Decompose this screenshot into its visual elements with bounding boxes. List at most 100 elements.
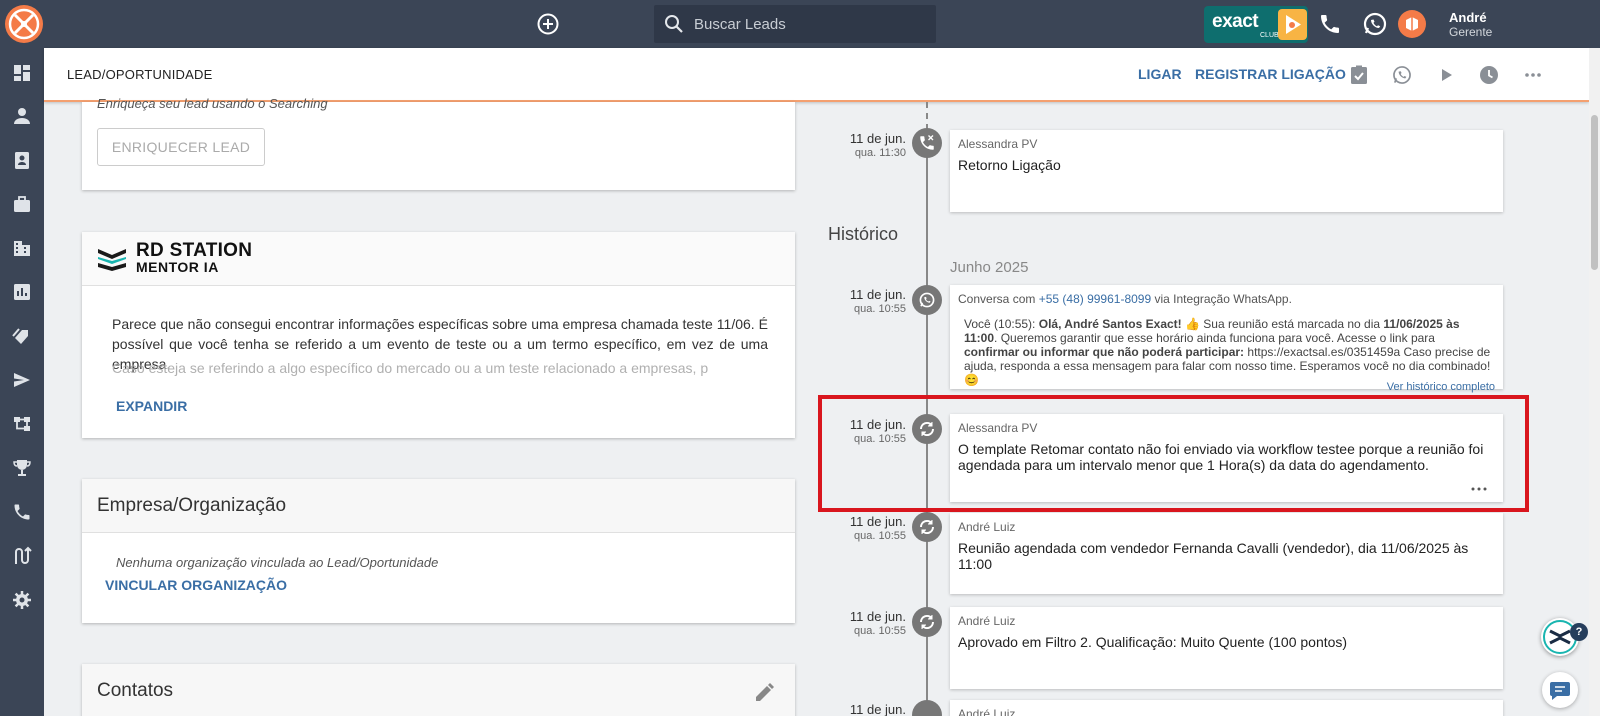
route-icon[interactable]: [12, 546, 32, 566]
entry-date: 11 de jun.: [849, 609, 906, 624]
phone-icon[interactable]: [1318, 12, 1342, 36]
person-icon[interactable]: [12, 106, 32, 126]
msg-greeting: Olá, André Santos Exact!: [1038, 317, 1182, 331]
entry-date: 11 de jun.: [849, 702, 906, 716]
timeline-node: [912, 128, 942, 158]
company-header: Empresa/Organização: [82, 479, 795, 533]
whatsapp-conversation-line: Conversa com +55 (48) 99961-8099 via Int…: [958, 292, 1292, 306]
entry-date: 11 de jun.: [849, 287, 906, 302]
entry-text: Retorno Ligação: [958, 157, 1061, 173]
timeline-node: [912, 700, 942, 716]
rd-station-logo-icon: [98, 249, 126, 271]
whatsapp-icon[interactable]: [1391, 64, 1413, 86]
timeline-entry: Alessandra PV Retorno Ligação: [950, 130, 1503, 212]
rd-mentor-header: RD STATION MENTOR IA: [82, 232, 795, 286]
entry-time: qua. 10:55: [854, 625, 906, 637]
contact-card-icon[interactable]: [12, 150, 32, 170]
app-logo-icon[interactable]: [4, 4, 44, 44]
user-badge-icon: [1406, 17, 1418, 31]
chart-icon[interactable]: [12, 282, 32, 302]
timeline-node: [912, 512, 942, 542]
clock-icon[interactable]: [1478, 64, 1500, 86]
page-title: LEAD/OPORTUNIDADE: [67, 67, 213, 82]
whatsapp-icon[interactable]: [1362, 11, 1388, 37]
timeline-node: [912, 607, 942, 637]
msg-bold2: confirmar ou informar que não poderá par…: [964, 345, 1245, 359]
conversation-prefix: Conversa com: [958, 292, 1036, 306]
company-card: Empresa/Organização Nenhuma organização …: [82, 479, 795, 623]
search-input[interactable]: [694, 5, 924, 43]
whatsapp-entry: Conversa com +55 (48) 99961-8099 via Int…: [950, 285, 1503, 393]
entry-text: Reunião agendada com vendedor Fernanda C…: [958, 540, 1469, 572]
building-icon[interactable]: [12, 238, 32, 258]
search-box[interactable]: [654, 5, 936, 43]
add-circle-icon[interactable]: [536, 12, 560, 36]
entry-text: Aprovado em Filtro 2. Qualificação: Muit…: [958, 634, 1348, 650]
pencil-icon[interactable]: [753, 682, 775, 704]
phone-link[interactable]: +55 (48) 99961-8099: [1039, 292, 1151, 306]
msg-part2: . Queremos garantir que esse horário ain…: [994, 331, 1435, 345]
chat-icon: [1550, 682, 1570, 700]
trophy-icon[interactable]: [12, 458, 32, 478]
top-bar: exact CLUB André Gerente: [0, 0, 1600, 48]
enrich-lead-button[interactable]: ENRIQUECER LEAD: [97, 128, 265, 166]
scrollbar-thumb[interactable]: [1591, 115, 1598, 270]
flow-icon[interactable]: [12, 414, 32, 434]
timeline-node: [912, 285, 942, 315]
user-name[interactable]: André: [1449, 10, 1487, 25]
contacts-card: Contatos: [82, 664, 795, 716]
whatsapp-icon: [919, 292, 935, 308]
full-history-link[interactable]: Ver histórico completo: [1387, 381, 1495, 393]
entry-date: 11 de jun.: [849, 514, 906, 529]
sync-icon: [919, 614, 935, 630]
tags-icon[interactable]: [12, 326, 32, 346]
exact-club-play-icon: [1278, 9, 1307, 40]
link-organization-button[interactable]: VINCULAR ORGANIZAÇÃO: [105, 577, 287, 593]
expand-button[interactable]: EXPANDIR: [116, 398, 187, 414]
register-call-button[interactable]: REGISTRAR LIGAÇÃO: [1195, 66, 1346, 82]
chat-button[interactable]: [1542, 672, 1578, 708]
enrich-note: Enriqueça seu lead usando o Searching: [97, 96, 328, 111]
contacts-title: Contatos: [97, 680, 174, 701]
history-title: Histórico: [828, 224, 899, 244]
entry-time: qua. 11:30: [854, 147, 906, 159]
help-badge[interactable]: ?: [1570, 623, 1588, 641]
timeline-entry: André Luiz Aprovado em Filtro 2. Qualifi…: [950, 607, 1503, 689]
timeline-entry: André Luiz: [950, 700, 1503, 716]
lead-header: LEAD/OPORTUNIDADE LIGAR REGISTRAR LIGAÇÃ…: [44, 48, 1589, 102]
enrich-card: Enriqueça seu lead usando o Searching EN…: [82, 96, 795, 190]
entry-date: 11 de jun.: [849, 131, 906, 146]
rd-answer-text-faded: Caso esteja se referindo a algo específi…: [112, 360, 709, 376]
call-return-icon: [920, 135, 934, 150]
call-button[interactable]: LIGAR: [1138, 66, 1182, 82]
entry-time: qua. 10:55: [854, 530, 906, 542]
avatar[interactable]: [1398, 10, 1426, 38]
sync-icon: [919, 519, 935, 535]
phone-icon[interactable]: [12, 502, 32, 522]
entry-author: André Luiz: [958, 614, 1016, 628]
company-title: Empresa/Organização: [97, 495, 287, 516]
rd-mentor-card: RD STATION MENTOR IA Parece que não cons…: [82, 232, 795, 438]
send-icon[interactable]: [12, 370, 32, 390]
month-label: Junho 2025: [950, 259, 1029, 276]
msg-time: Você (10:55):: [964, 317, 1036, 331]
highlight-box: [818, 395, 1529, 512]
entry-author: Alessandra PV: [958, 137, 1038, 151]
more-horizontal-icon[interactable]: [1522, 64, 1544, 86]
whatsapp-message: Você (10:55): Olá, André Santos Exact! 👍…: [964, 317, 1492, 387]
entry-author: André Luiz: [958, 520, 1016, 534]
entry-time: qua. 10:55: [854, 303, 906, 315]
msg-part1: 👍 Sua reunião está marcada no dia: [1185, 317, 1381, 331]
sidebar: [0, 48, 44, 716]
exact-club-sub: CLUB: [1260, 32, 1279, 39]
search-icon: [665, 15, 683, 33]
task-check-icon[interactable]: [1348, 64, 1370, 86]
briefcase-icon[interactable]: [12, 194, 32, 214]
play-icon[interactable]: [1435, 64, 1457, 86]
exact-club-badge[interactable]: exact CLUB: [1204, 6, 1308, 43]
dashboard-icon[interactable]: [12, 63, 32, 83]
gear-icon[interactable]: [12, 590, 32, 610]
company-note: Nenhuma organização vinculada ao Lead/Op…: [116, 555, 439, 570]
entry-author: André Luiz: [958, 707, 1016, 716]
rd-brand-line2: MENTOR IA: [136, 259, 219, 275]
